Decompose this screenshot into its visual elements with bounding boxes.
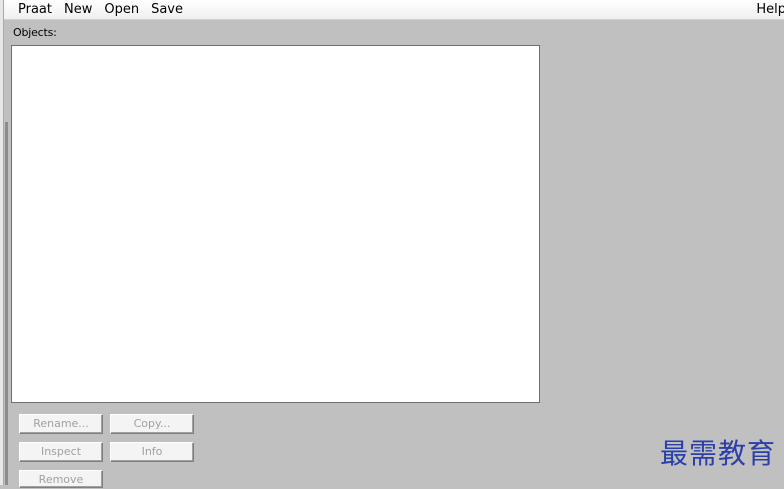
menu-open[interactable]: Open: [98, 0, 145, 20]
menu-help[interactable]: Help: [756, 0, 784, 20]
copy-button[interactable]: Copy...: [110, 414, 194, 434]
window-left-border: [0, 0, 4, 485]
objects-label: Objects:: [13, 26, 57, 39]
rename-button[interactable]: Rename...: [19, 414, 103, 434]
menu-new[interactable]: New: [58, 0, 98, 20]
info-button[interactable]: Info: [110, 442, 194, 462]
watermark-logo: 最需教育: [660, 437, 777, 470]
objects-list[interactable]: [11, 45, 540, 403]
menu-praat[interactable]: Praat: [4, 0, 58, 20]
praat-objects-window: Praat New Open Save Help Objects: Rename…: [0, 0, 784, 488]
window-left-shadow: [5, 122, 8, 485]
menubar: Praat New Open Save Help: [4, 0, 784, 20]
inspect-button[interactable]: Inspect: [19, 442, 103, 462]
menu-save[interactable]: Save: [145, 0, 189, 20]
remove-button[interactable]: Remove: [19, 470, 103, 488]
